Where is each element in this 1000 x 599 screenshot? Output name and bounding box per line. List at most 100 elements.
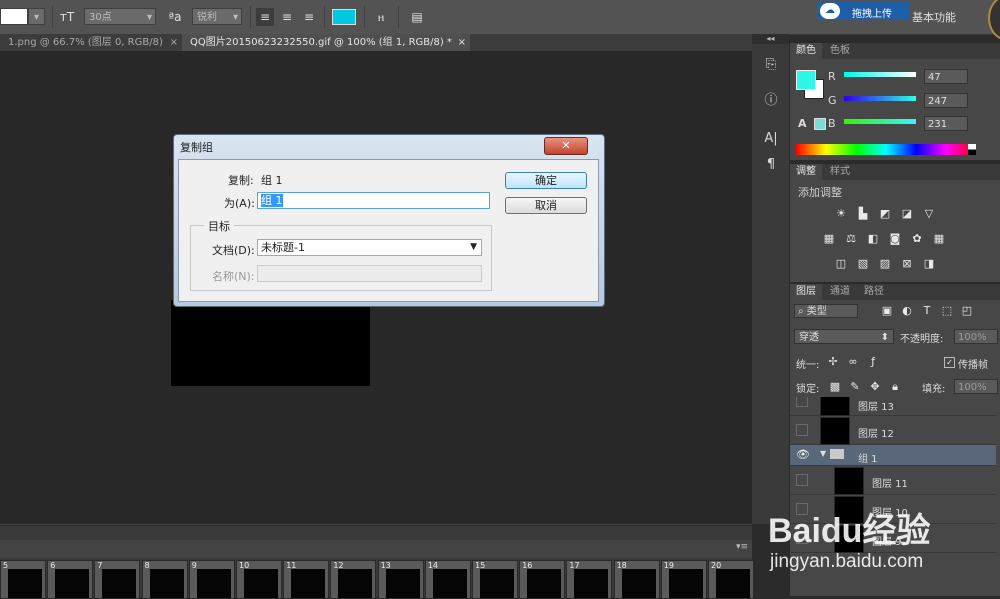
disclosure-triangle-icon[interactable]: ▼ [820,449,826,458]
workspace-label[interactable]: 基本功能 [912,9,956,25]
timeline-frame[interactable]: 11 [283,560,330,599]
curves-icon[interactable]: ◩ [878,208,892,220]
blend-mode-select[interactable]: 穿透 ⬍ [794,329,894,344]
history-icon[interactable]: ⎘ [761,56,781,74]
layer-row[interactable]: 图层 11 [790,466,996,495]
timeline-frame[interactable]: 6 [47,560,94,599]
text-color-swatch[interactable] [332,9,356,25]
filter-pixel-icon[interactable]: ▣ [880,305,894,317]
character-panel-icon[interactable]: ▤ [408,8,426,26]
color-lookup-icon[interactable]: ▦ [932,233,946,245]
layer-row-group[interactable]: 👁︎ ▼ 组 1 [790,445,996,466]
opacity-input[interactable]: 100% [954,329,998,344]
gradient-map-icon[interactable]: ⊠ [900,258,914,270]
filter-shape-icon[interactable]: ⬚ [940,305,954,317]
lock-all-icon[interactable]: 🔒︎ [888,381,902,393]
black-white-icon[interactable]: ◧ [866,233,880,245]
antialias-select[interactable]: 锐利 ▾ [192,8,242,25]
g-value[interactable]: 247 [924,93,968,108]
tab-styles[interactable]: 样式 [824,164,856,180]
text-field-partial[interactable] [0,8,28,25]
lock-position-icon[interactable]: ✥ [868,381,882,393]
character-icon[interactable]: A| [761,130,781,148]
hue-saturation-icon[interactable]: ▦ [822,233,836,245]
layer-filter-select[interactable]: ⌕ 类型 [794,304,858,318]
timeline-frame[interactable]: 15 [472,560,518,599]
channel-mixer-icon[interactable]: ✿ [910,233,924,245]
timeline-frame[interactable]: 19 [660,560,707,599]
exposure-icon[interactable]: ◪ [900,208,914,220]
visibility-toggle[interactable] [796,474,808,486]
timeline-frame[interactable]: 12 [330,560,377,599]
gamut-swatch[interactable] [814,118,826,130]
tab-adjustments[interactable]: 调整 [790,164,822,180]
photo-filter-icon[interactable]: ◙ [888,233,902,245]
layer-row[interactable]: 图层 13 [790,397,996,416]
color-balance-icon[interactable]: ⚖ [844,233,858,245]
align-center-icon[interactable]: ≡ [278,8,296,26]
eye-icon[interactable]: 👁︎ [796,448,810,461]
black-white-swatch[interactable] [968,144,976,155]
filter-adjust-icon[interactable]: ◐ [900,305,914,317]
timeline-frame[interactable]: 9 [188,560,235,599]
tab-color[interactable]: 颜色 [790,43,822,59]
close-tab-icon[interactable]: × [458,34,466,51]
r-value[interactable]: 47 [924,69,968,84]
tab-layers[interactable]: 图层 [790,284,822,300]
threshold-icon[interactable]: ▨ [878,258,892,270]
timeline-frame[interactable]: 17 [566,560,613,599]
invert-icon[interactable]: ◫ [834,258,848,270]
timeline-frame[interactable]: 14 [424,560,471,599]
b-value[interactable]: 231 [924,116,968,131]
collapse-icon[interactable]: ◂◂ [752,34,789,44]
panel-menu-icon[interactable]: ▾≡ [736,542,748,552]
timeline-frame[interactable]: 20 [708,560,754,599]
upload-badge[interactable]: ☁ 拖拽上传 [818,2,910,20]
layer-row[interactable]: 图层 12 [790,416,996,445]
timeline-frame[interactable]: 18 [613,560,660,599]
close-tab-icon[interactable]: × [170,34,178,51]
cancel-button[interactable]: 取消 [505,197,587,214]
timeline-frame[interactable]: 13 [377,560,424,599]
lock-pixels-icon[interactable]: ✎ [848,381,862,393]
align-left-icon[interactable]: ≡ [256,8,274,26]
font-size-select[interactable]: 30点 ▾ [84,8,156,25]
paragraph-icon[interactable]: ¶ [761,156,781,174]
tab-swatches[interactable]: 色板 [824,43,856,59]
color-spectrum[interactable] [796,144,976,155]
lock-transparent-icon[interactable]: ▩ [828,381,842,393]
brightness-icon[interactable]: ☀ [834,208,848,220]
fill-input[interactable]: 100% [954,379,998,394]
filter-smart-icon[interactable]: ◰ [960,305,974,317]
posterize-icon[interactable]: ▧ [856,258,870,270]
timeline-frame[interactable]: 16 [519,560,566,599]
tab-1-png[interactable]: 1.png @ 66.7% (图层 0, RGB/8) × [0,34,182,51]
unify-position-icon[interactable]: ✢ [826,356,840,368]
as-name-input[interactable]: 组 1 [257,192,490,209]
info-icon[interactable]: ⓘ [761,92,781,110]
foreground-color[interactable] [796,70,816,90]
tab-paths[interactable]: 路径 [858,284,890,300]
align-right-icon[interactable]: ≡ [300,8,318,26]
propagate-checkbox[interactable]: ✓ [944,357,955,368]
g-slider[interactable] [844,96,916,101]
timeline-frame[interactable]: 8 [141,560,188,599]
selective-color-icon[interactable]: ◨ [922,258,936,270]
timeline-frame[interactable]: 5 [0,560,46,599]
unify-visibility-icon[interactable]: ∞ [846,356,860,368]
document-canvas[interactable] [171,300,370,386]
close-icon[interactable]: ✕ [544,137,588,155]
r-slider[interactable] [844,72,916,77]
warp-text-icon[interactable]: ⲏ [372,8,390,26]
b-slider[interactable] [844,119,916,124]
visibility-toggle[interactable] [796,424,808,436]
timeline-frame[interactable]: 7 [94,560,141,599]
dropdown-arrow-icon[interactable]: ▾ [28,8,45,25]
timeline-frame[interactable]: 10 [236,560,282,599]
ok-button[interactable]: 确定 [505,172,587,189]
tab-qq-gif[interactable]: QQ图片20150623232550.gif @ 100% (组 1, RGB/… [182,34,470,51]
visibility-toggle[interactable] [796,397,808,407]
tab-channels[interactable]: 通道 [824,284,856,300]
filter-type-icon[interactable]: T [920,305,934,317]
document-select[interactable]: 未标题-1 ▼ [257,239,482,256]
